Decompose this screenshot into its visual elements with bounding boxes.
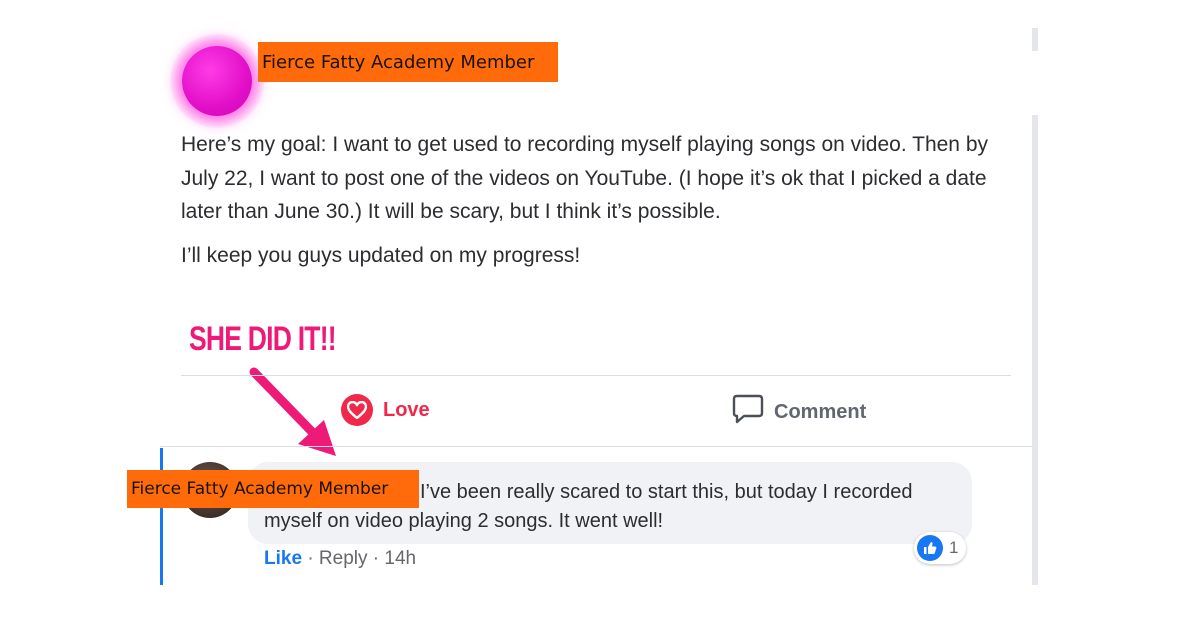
thumbs-up-icon xyxy=(917,535,943,561)
heart-icon xyxy=(341,394,373,426)
speech-bubble-icon xyxy=(732,394,764,430)
comment-reply-link[interactable]: Reply xyxy=(319,548,368,569)
post-paragraph: Here’s my goal: I want to get used to re… xyxy=(181,133,989,223)
post-body: Here’s my goal: I want to get used to re… xyxy=(181,128,1011,272)
actions-divider xyxy=(181,375,1011,376)
meta-separator: · xyxy=(372,548,380,569)
love-button[interactable]: Love xyxy=(341,394,430,426)
reaction-count: 1 xyxy=(949,538,959,557)
post-author-label: Fierce Fatty Academy Member xyxy=(258,42,558,82)
love-label: Love xyxy=(383,398,430,421)
comment-button[interactable]: Comment xyxy=(732,394,866,430)
comment-meta: Like · Reply · 14h xyxy=(264,548,416,570)
comment-like-link[interactable]: Like xyxy=(264,548,302,569)
comments-divider xyxy=(160,446,1033,447)
reaction-badge[interactable]: 1 xyxy=(914,532,967,564)
comment-label: Comment xyxy=(774,400,867,423)
meta-separator: · xyxy=(307,548,314,569)
comment-author-label: Fierce Fatty Academy Member xyxy=(127,470,419,508)
post-author-avatar[interactable] xyxy=(182,46,252,116)
annotation-text: SHE DID IT!! xyxy=(189,320,337,358)
comment-thread-line xyxy=(160,448,163,585)
comment-timestamp[interactable]: 14h xyxy=(384,548,416,569)
scrollbar-top[interactable] xyxy=(1032,28,1038,51)
scrollbar-main[interactable] xyxy=(1032,115,1038,585)
post-paragraph: I’ll keep you guys updated on my progres… xyxy=(181,243,581,267)
